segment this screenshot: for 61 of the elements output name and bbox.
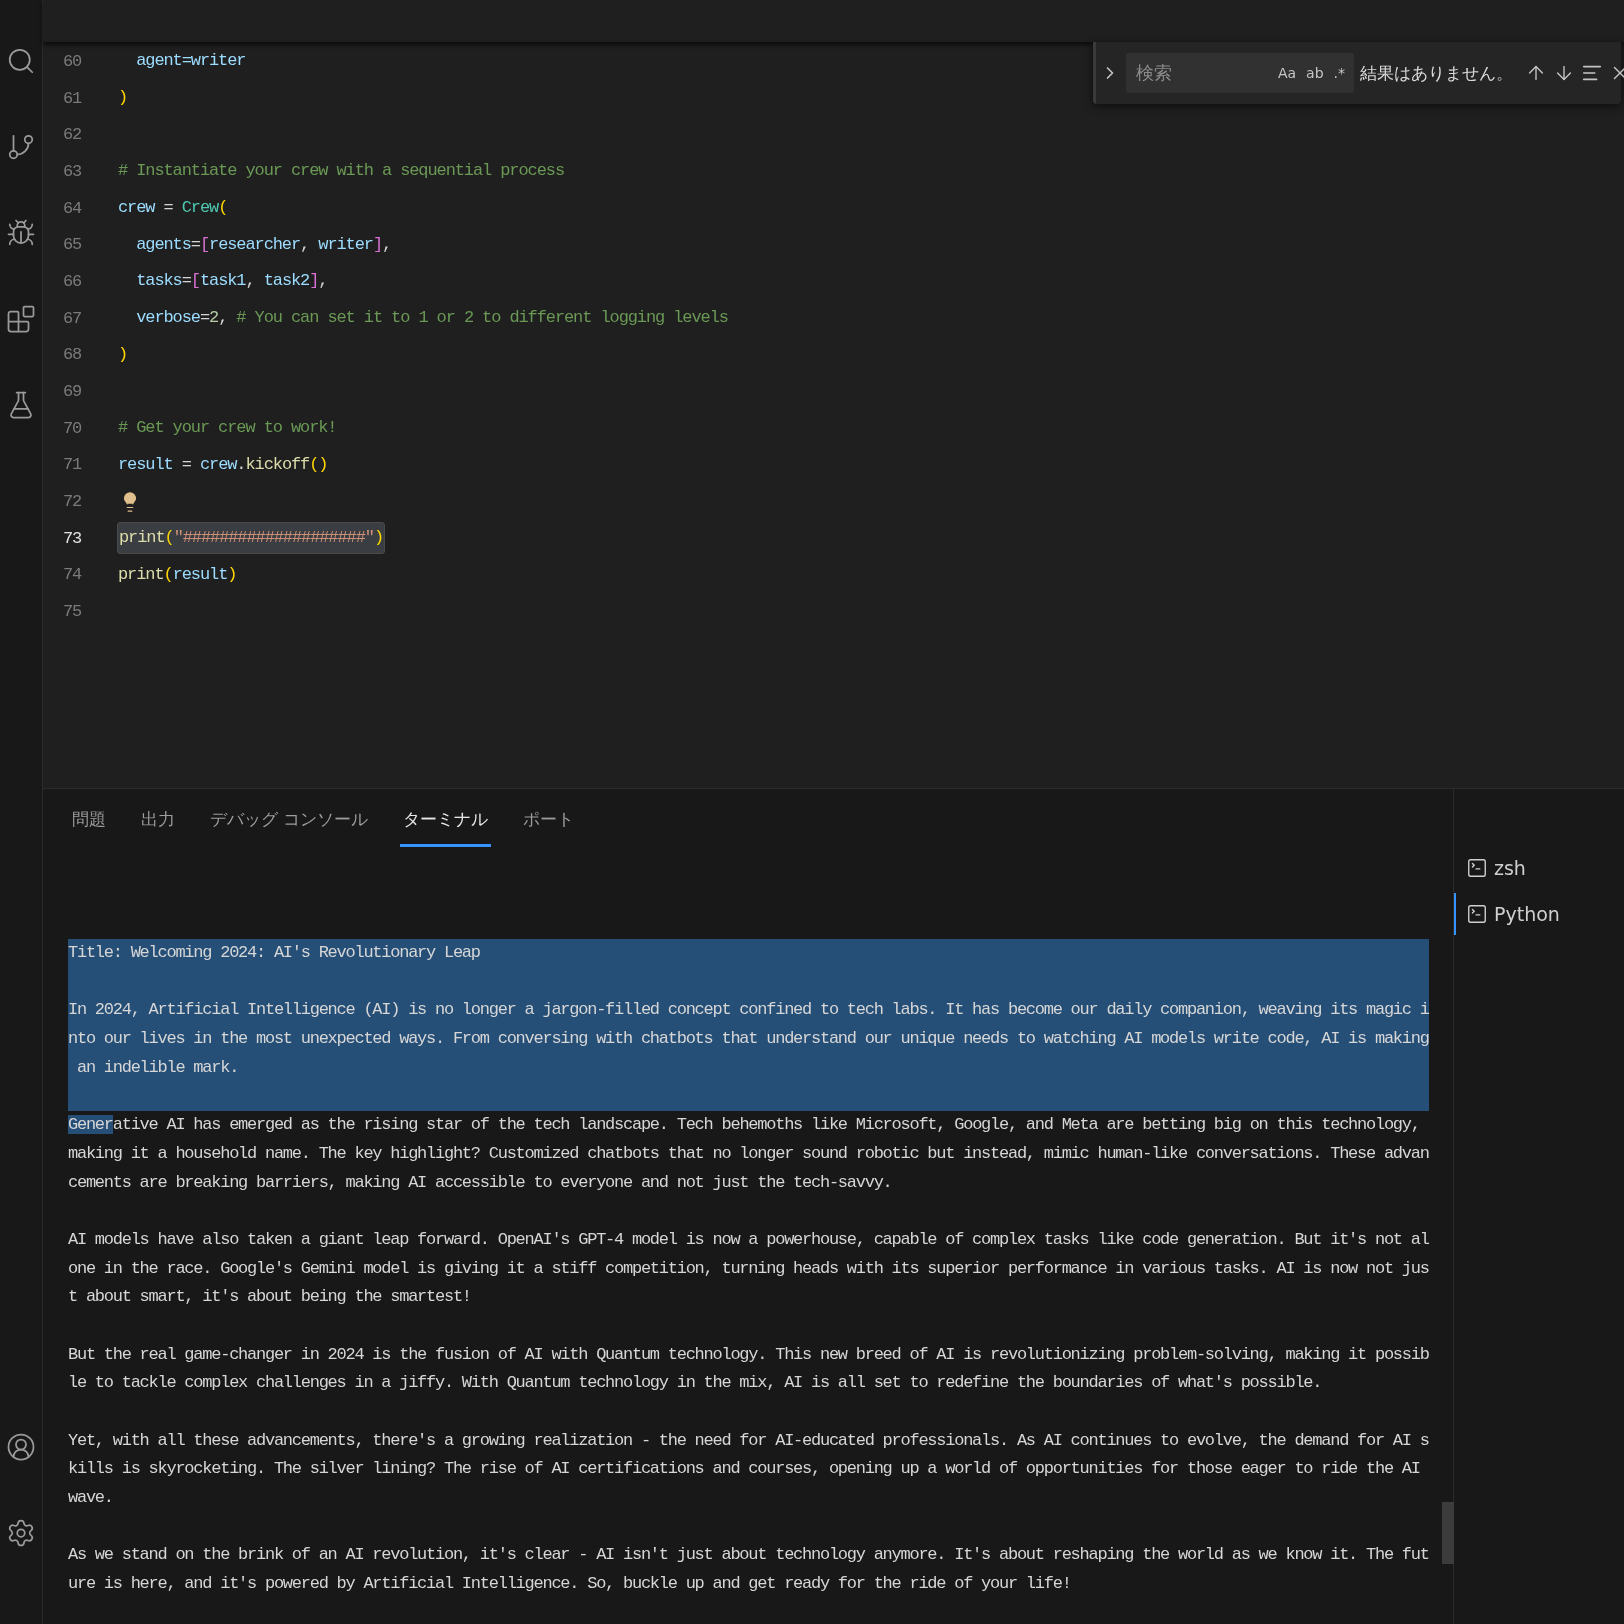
terminal-item[interactable]: zsh [1454, 847, 1624, 889]
line-number: 75 [62, 602, 83, 622]
line-number: 70 [62, 418, 83, 438]
panel-tab[interactable]: ポート [520, 803, 578, 847]
branch-icon[interactable] [6, 132, 36, 162]
search-icon[interactable] [6, 46, 36, 76]
code-line: agent=writer [135, 50, 247, 73]
panel-tab[interactable]: デバッグ コンソール [207, 803, 372, 847]
code-line: # Get your crew to work! [117, 417, 338, 440]
terminal-icon [1466, 857, 1488, 879]
line-number: 68 [62, 345, 83, 365]
panel-tab[interactable]: 問題 [69, 803, 109, 847]
line-number: 61 [62, 88, 83, 108]
terminal-line: one in the race. Google's Gemini model is giving it a stiff competition, turning heads with its superior performance in various tasks. AI is now not jus [68, 1257, 1429, 1280]
find-option[interactable]: .* [1330, 65, 1348, 81]
panel-tab[interactable]: ターミナル [400, 803, 492, 847]
line-number: 62 [62, 125, 83, 145]
line-number: 65 [62, 235, 83, 255]
line-number: 69 [62, 382, 83, 402]
terminal-icon [1466, 903, 1488, 925]
find-option[interactable]: ab [1303, 65, 1327, 81]
terminal-line: AI models have also taken a giant leap forward. OpenAI's GPT-4 model is now a powerhouse, capable of complex tasks like code generation. But it's not al [68, 1228, 1429, 1251]
code-line: ) [117, 87, 129, 110]
line-number: 72 [62, 492, 83, 512]
terminal-line: As we stand on the brink of an AI revolution, it's clear - AI isn't just about technology anymore. It's about reshaping the world as we know it. The fut [68, 1544, 1429, 1567]
blocks-icon[interactable] [6, 304, 36, 334]
scrollbar-thumb[interactable] [1441, 1502, 1454, 1564]
bug-icon[interactable] [6, 218, 36, 248]
find-option[interactable]: Aa [1274, 65, 1300, 81]
terminal-item[interactable]: Python [1454, 893, 1624, 935]
code-line: verbose=2, # You can set it to 1 or 2 to different logging levels [135, 307, 729, 330]
line-number: 66 [62, 271, 83, 291]
code-line: tasks=[task1, task2], [135, 270, 329, 293]
line-number: 67 [62, 308, 83, 328]
line-number: 64 [62, 198, 83, 218]
settings-icon[interactable] [6, 1518, 36, 1548]
terminal-line: le to tackle complex challenges in a jiffy. With Quantum technology in the mix, AI is all set to redefine the boundaries of what's possible. [68, 1372, 1323, 1395]
code-line: crew = Crew( [117, 197, 229, 220]
panel-tab[interactable]: 出力 [138, 803, 178, 847]
code-line: print(result) [117, 563, 238, 586]
line-number: 74 [62, 565, 83, 585]
terminal-line: Generative AI has emerged as the rising star of the tech landscape. Tech behemoths like Microsoft, Google, and Meta are betting big on this technology, [68, 1114, 1421, 1137]
code-line: result = crew.kickoff() [117, 453, 329, 476]
code-line: ) [117, 343, 129, 366]
account-icon[interactable] [6, 1432, 36, 1462]
terminal-line: t about smart, it's about being the smartest! [68, 1286, 472, 1309]
line-number: 73 [62, 528, 83, 548]
terminal-line: cements are breaking barriers, making AI accessible to everyone and not just the tech-savvy. [68, 1171, 893, 1194]
terminal-line: making it a household name. The key highlight? Customized chatbots that no longer sound robotic but instead, mimic human-like conversations. These advan [68, 1142, 1429, 1165]
terminal-line: Yet, with all these advancements, there's a growing realization - the need for AI-educated professionals. As AI continues to evolve, the demand for AI s [68, 1429, 1429, 1452]
line-number: 60 [62, 51, 83, 71]
terminal-line: But the real game-changer in 2024 is the fusion of AI with Quantum technology. This new breed of AI is revolutionizing problem-solving, making it possib [68, 1343, 1429, 1366]
line-number: 63 [62, 161, 83, 181]
terminal-line: kills is skyrocketing. The silver lining? The rise of AI certifications and courses, opening up a world of opportunities for those eager to ride the AI [68, 1458, 1421, 1481]
code-line: agents=[researcher, writer], [135, 233, 393, 256]
terminal-line: ure is here, and it's powered by Artificial Intelligence. So, buckle up and get ready for the ride of your life! [68, 1573, 1072, 1596]
line-number: 71 [62, 455, 83, 475]
terminal-line: wave. [68, 1487, 114, 1510]
search-field[interactable]: 検索 Aa ab .* [1126, 53, 1354, 93]
find-result: 結果はありません。 [1360, 61, 1513, 85]
code-line: # Instantiate your crew with a sequential process [117, 160, 565, 183]
